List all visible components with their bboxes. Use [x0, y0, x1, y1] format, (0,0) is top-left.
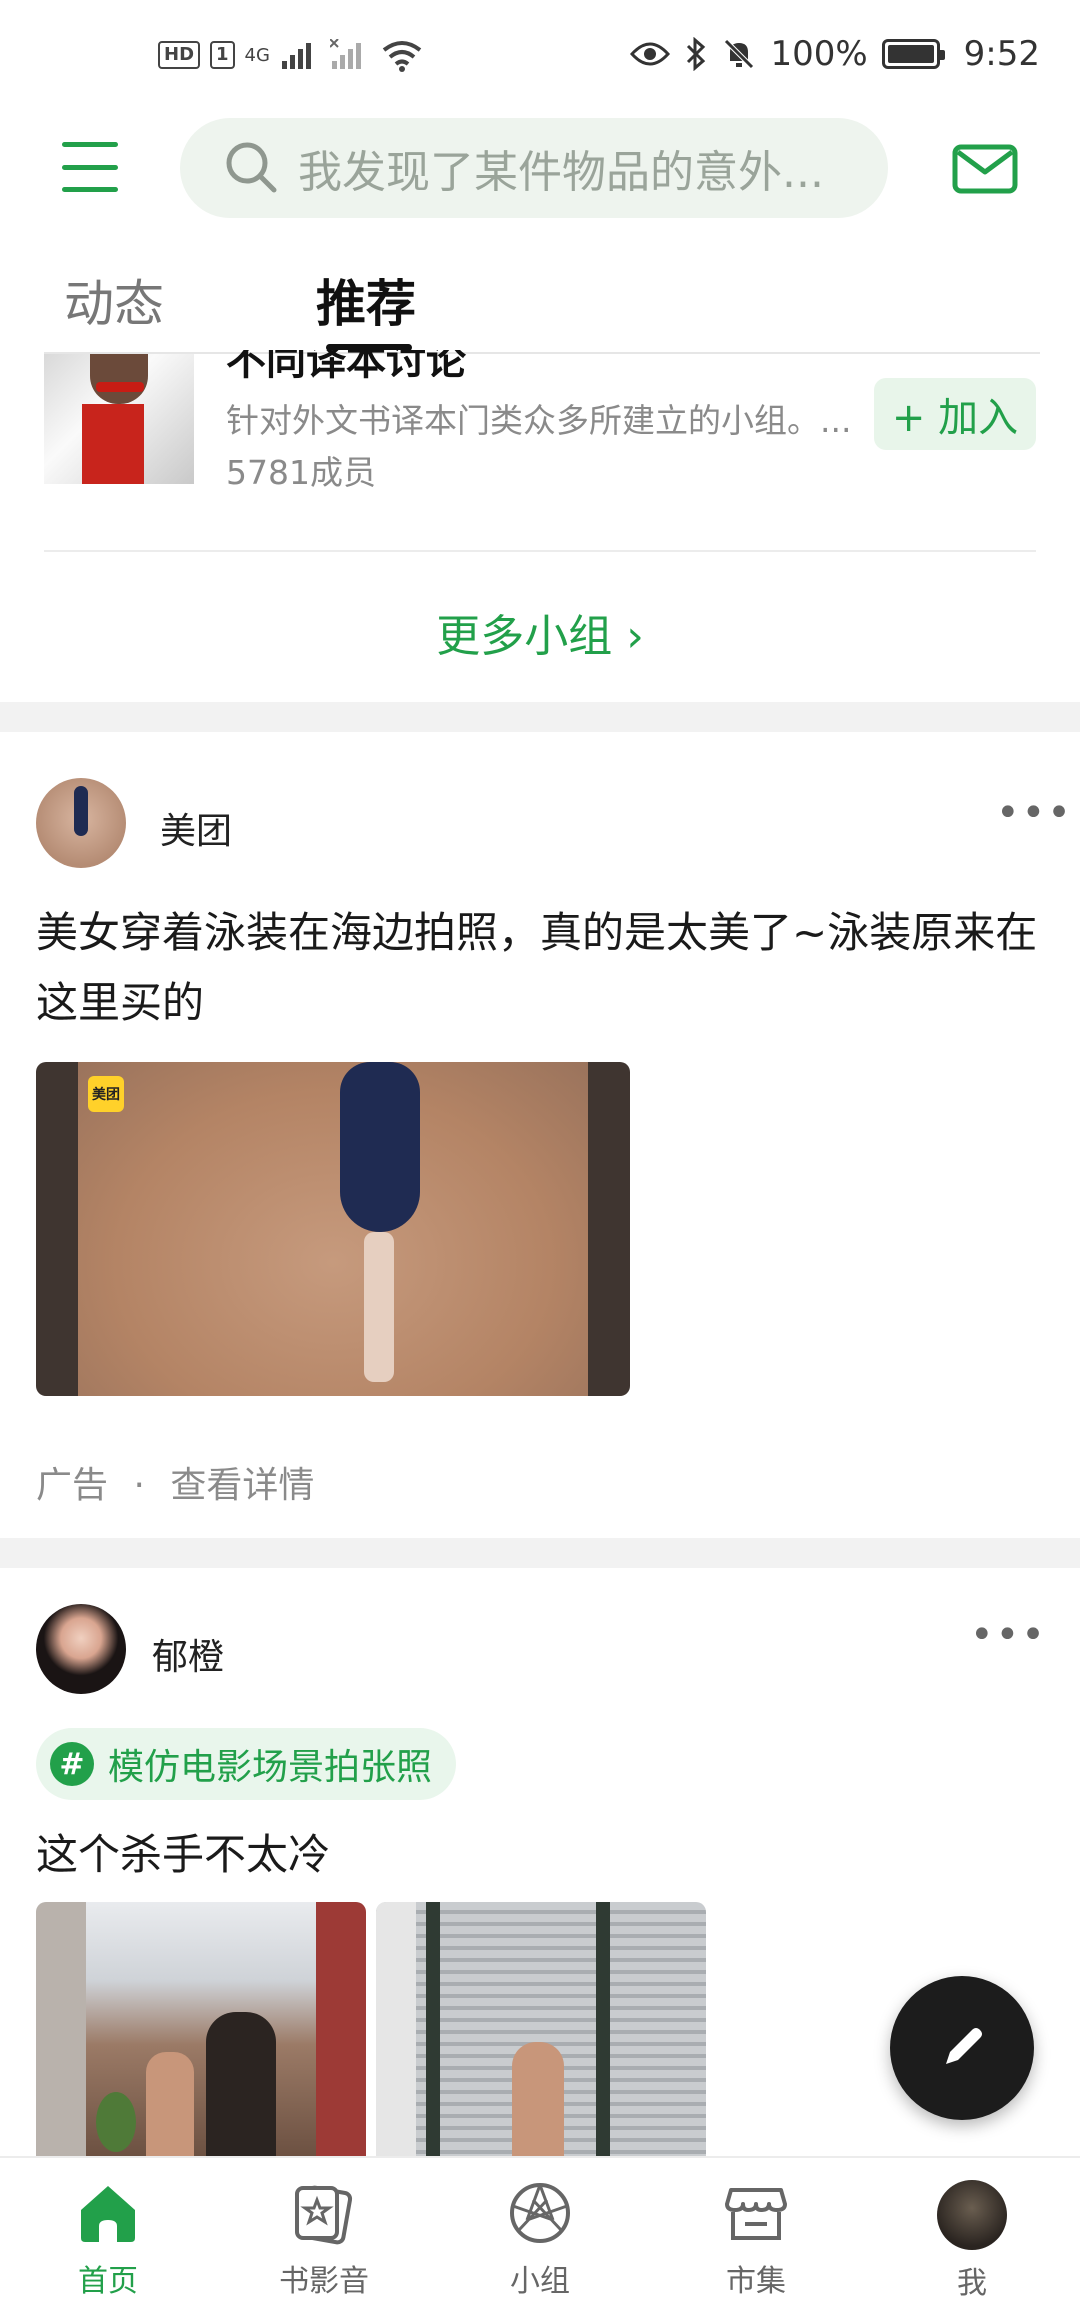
network-type: 4G [244, 44, 270, 66]
profile-avatar [937, 2180, 1007, 2250]
eye-icon [630, 42, 671, 66]
topic-tag[interactable]: # 模仿电影场景拍张照 [36, 1728, 457, 1800]
search-placeholder: 我发现了某件物品的意外... [298, 147, 824, 198]
group-name[interactable]: 不同译本讨论 [226, 350, 466, 386]
post-author[interactable]: 郁橙 [152, 1628, 224, 1680]
ad-meta-separator: · [133, 1465, 145, 1506]
more-options-icon[interactable]: ••• [970, 1612, 1047, 1658]
cellular-signal-icon [281, 43, 311, 69]
section-separator [0, 1538, 1080, 1568]
divider [44, 550, 1036, 552]
bottom-navigation: 首页 书影音 小组 市集 我 [0, 2156, 1080, 2310]
post-photo-2[interactable] [376, 1902, 706, 2162]
nav-label-book-film-music: 书影音 [279, 2264, 369, 2299]
nav-label-me: 我 [957, 2266, 987, 2301]
nav-label-groups: 小组 [510, 2264, 570, 2299]
cellular-signal-2-icon [329, 39, 361, 69]
section-separator [0, 702, 1080, 732]
bluetooth-icon [687, 37, 706, 71]
wifi-icon [382, 41, 422, 72]
book-film-music-icon [295, 2185, 353, 2245]
nav-item-me[interactable]: 我 [864, 2158, 1080, 2310]
group-recommendation-card: 不同译本讨论 针对外文书译本门类众多所建立的小组。... 5781成员 + 加入… [0, 350, 1080, 702]
battery-icon [881, 39, 945, 69]
status-right: 100% 9:52 [630, 34, 1040, 74]
group-thumbnail[interactable] [44, 354, 194, 484]
mute-bell-icon [724, 39, 755, 69]
feed-tabs: 动态 推荐 [0, 250, 1080, 351]
battery-percent: 100% [770, 34, 868, 74]
clock: 9:52 [963, 34, 1040, 74]
hd-badge: HD [158, 41, 201, 69]
tab-tuijian[interactable]: 推荐 [316, 264, 416, 336]
home-icon [81, 2186, 135, 2242]
more-groups-link[interactable]: 更多小组 › [0, 600, 1080, 664]
nav-item-book-film-music[interactable]: 书影音 [216, 2158, 432, 2310]
search-icon [226, 142, 277, 193]
ad-image[interactable]: 美团 [36, 1062, 630, 1396]
post-photo-1[interactable] [36, 1902, 366, 2162]
post-author[interactable]: 美团 [160, 802, 232, 854]
search-bar[interactable]: 我发现了某件物品的意外... [180, 118, 888, 218]
post-text[interactable]: 这个杀手不太冷 [36, 1820, 1046, 1890]
topic-label: 模仿电影场景拍张照 [108, 1747, 433, 1788]
ad-meta: 广告 · 查看详情 [36, 1456, 314, 1508]
avatar[interactable] [36, 1604, 126, 1694]
group-member-count: 5781成员 [226, 453, 376, 492]
hashtag-icon: # [50, 1742, 94, 1786]
nav-label-home: 首页 [78, 2264, 138, 2299]
pen-icon [946, 2028, 982, 2064]
nav-item-market[interactable]: 市集 [648, 2158, 864, 2310]
nav-item-groups[interactable]: 小组 [432, 2158, 648, 2310]
mail-icon[interactable] [952, 144, 1018, 194]
market-icon [725, 2188, 787, 2240]
menu-icon[interactable] [62, 142, 118, 192]
ad-label: 广告 [36, 1465, 109, 1506]
compose-button[interactable] [890, 1976, 1034, 2120]
more-options-icon[interactable]: ••• [996, 790, 1073, 836]
post-text[interactable]: 美女穿着泳装在海边拍照，真的是太美了~泳装原来在这里买的 [36, 898, 1046, 1038]
group-description: 针对外文书译本门类众多所建立的小组。... [226, 401, 852, 440]
nav-label-market: 市集 [726, 2264, 786, 2299]
status-left: HD 1 4G [158, 38, 424, 72]
join-group-button[interactable]: + 加入 [874, 378, 1036, 450]
top-bar: 我发现了某件物品的意外... [0, 118, 1080, 218]
feed-post-ad: 美团 ••• 美女穿着泳装在海边拍照，真的是太美了~泳装原来在这里买的 美团 广… [0, 732, 1080, 1538]
group-icon [510, 2183, 570, 2243]
status-bar: HD 1 4G 100% 9:52 [0, 0, 1080, 120]
view-details-link[interactable]: 查看详情 [170, 1465, 314, 1506]
sim-slot-badge: 1 [210, 41, 235, 69]
nav-item-home[interactable]: 首页 [0, 2158, 216, 2310]
avatar[interactable] [36, 778, 126, 868]
brand-logo: 美团 [88, 1076, 124, 1112]
tab-dongtai[interactable]: 动态 [64, 264, 164, 336]
